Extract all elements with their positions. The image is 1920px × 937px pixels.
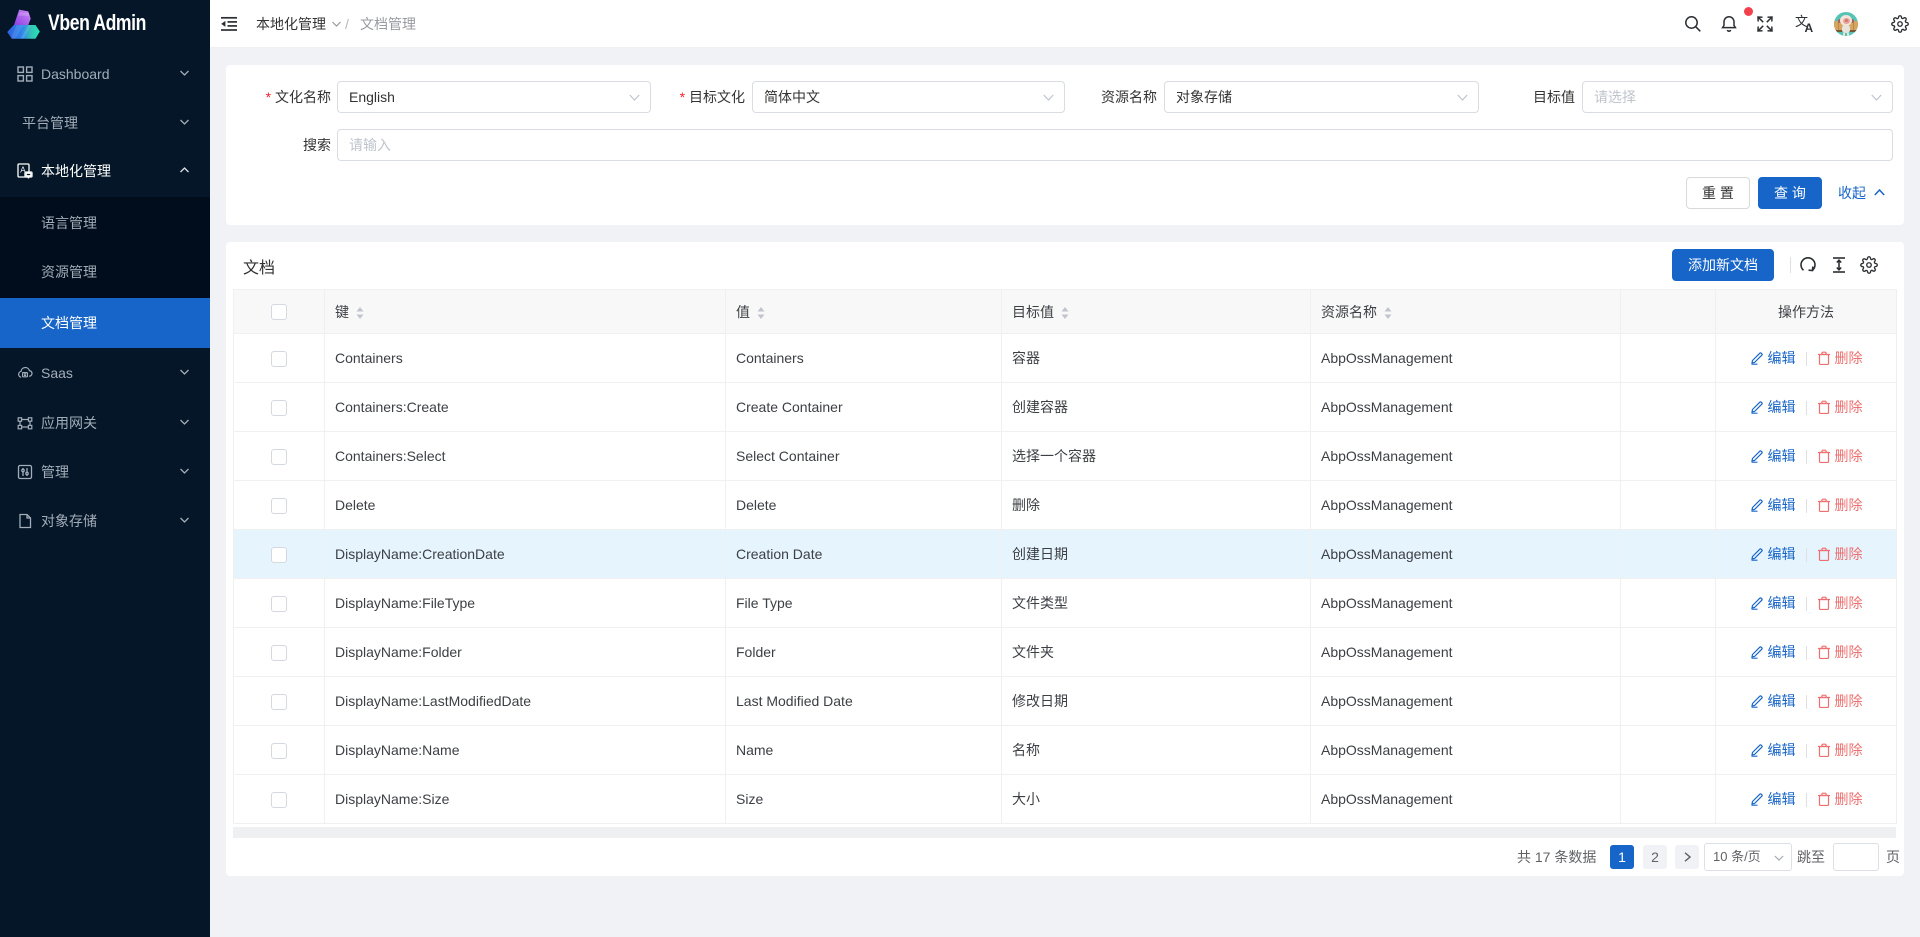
svg-text:A: A — [1805, 21, 1814, 34]
